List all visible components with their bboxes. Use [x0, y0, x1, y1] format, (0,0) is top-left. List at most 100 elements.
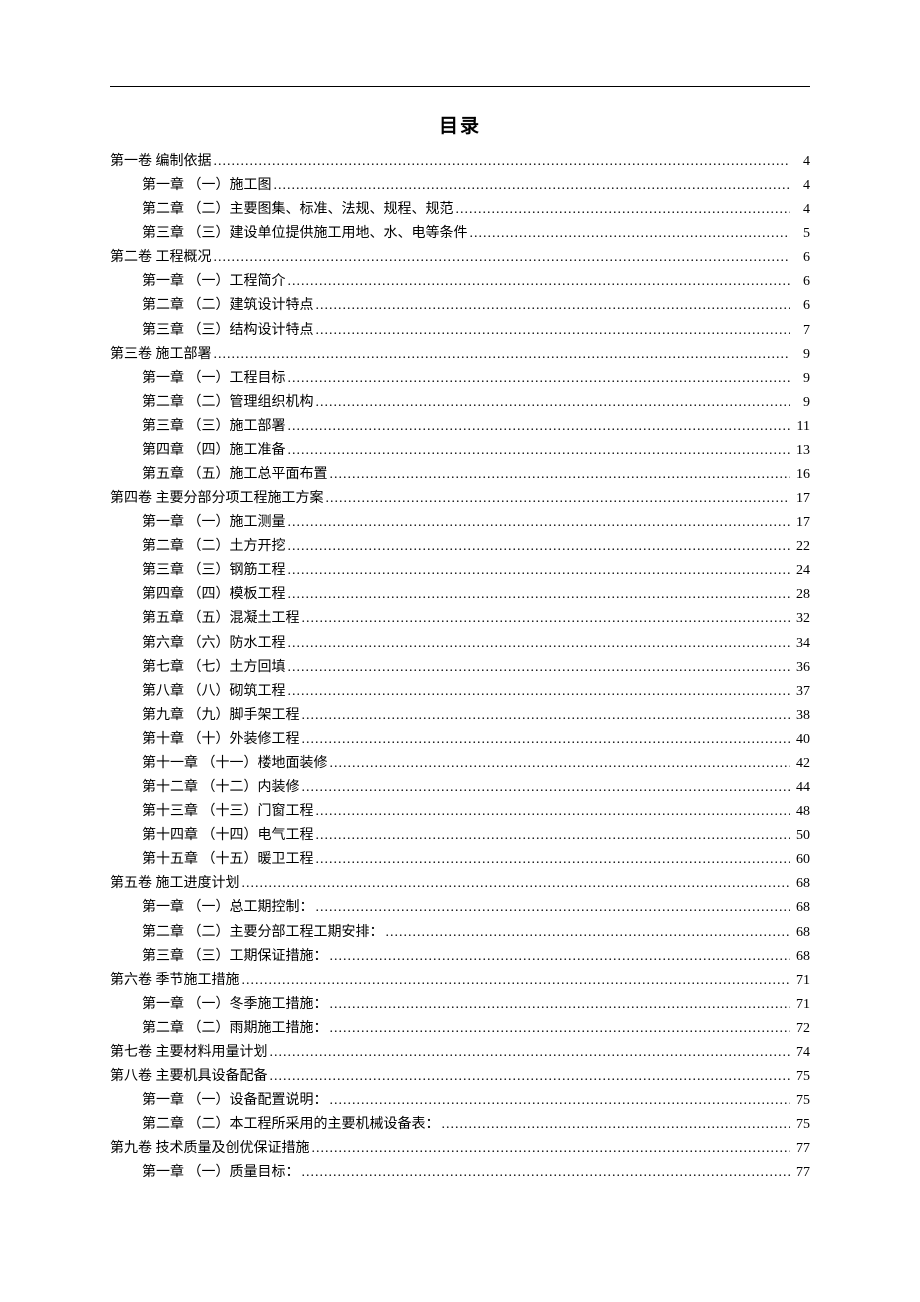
- toc-entry: 第五卷 施工进度计划68: [110, 872, 810, 896]
- toc-entry: 第十三章 （十三）门窗工程 48: [110, 800, 810, 824]
- toc-entry-page: 75: [792, 1089, 810, 1113]
- toc-leader-dots: [316, 319, 791, 343]
- toc-entry: 第二章 （二）土方开挖 22: [110, 535, 810, 559]
- toc-entry: 第六卷 季节施工措施71: [110, 969, 810, 993]
- toc-leader-dots: [316, 391, 791, 415]
- toc-entry: 第二卷 工程概况6: [110, 246, 810, 270]
- toc-entry-label: 第二章 （二）主要图集、标准、法规、规程、规范: [142, 198, 454, 222]
- toc-leader-dots: [316, 896, 791, 920]
- toc-entry-page: 74: [792, 1041, 810, 1065]
- toc-leader-dots: [270, 1065, 791, 1089]
- toc-entry-label: 第二章 （二）建筑设计特点: [142, 294, 314, 318]
- header-horizontal-rule: [110, 86, 810, 87]
- toc-leader-dots: [302, 607, 791, 631]
- toc-entry: 第二章 （二）管理组织机构9: [110, 391, 810, 415]
- toc-entry-page: 16: [792, 463, 810, 487]
- toc-entry: 第一章 （一）冬季施工措施： 71: [110, 993, 810, 1017]
- toc-entry-label: 第一章 （一）设备配置说明：: [142, 1089, 328, 1113]
- toc-entry: 第一章 （一）总工期控制：68: [110, 896, 810, 920]
- toc-entry-label: 第一章 （一）冬季施工措施：: [142, 993, 328, 1017]
- toc-entry-label: 第四卷 主要分部分项工程施工方案: [110, 487, 324, 511]
- toc-entry-page: 60: [792, 848, 810, 872]
- toc-entry-page: 77: [792, 1137, 810, 1161]
- toc-entry-page: 48: [792, 800, 810, 824]
- toc-entry-label: 第一卷 编制依据: [110, 150, 212, 174]
- toc-entry-page: 40: [792, 728, 810, 752]
- toc-entry: 第一卷 编制依据4: [110, 150, 810, 174]
- toc-entry-page: 32: [792, 607, 810, 631]
- toc-entry-label: 第五章 （五）施工总平面布置: [142, 463, 328, 487]
- toc-entry: 第十五章 （十五）暖卫工程60: [110, 848, 810, 872]
- toc-entry-label: 第三章 （三）钢筋工程: [142, 559, 286, 583]
- toc-entry: 第三章 （三）施工部署 11: [110, 415, 810, 439]
- toc-entry-page: 13: [792, 439, 810, 463]
- toc-container: 第一卷 编制依据4第一章 （一）施工图4第二章 （二）主要图集、标准、法规、规程…: [110, 150, 810, 1185]
- toc-entry-page: 6: [792, 294, 810, 318]
- toc-entry-label: 第五章 （五）混凝土工程: [142, 607, 300, 631]
- toc-entry-page: 68: [792, 921, 810, 945]
- toc-entry: 第三章 （三）结构设计特点7: [110, 319, 810, 343]
- toc-entry-label: 第十四章 （十四）电气工程: [142, 824, 314, 848]
- toc-entry-label: 第十二章 （十二）内装修: [142, 776, 300, 800]
- toc-entry-page: 77: [792, 1161, 810, 1185]
- toc-entry-page: 4: [792, 198, 810, 222]
- toc-leader-dots: [288, 511, 791, 535]
- toc-entry: 第五章 （五）混凝土工程 32: [110, 607, 810, 631]
- toc-entry-label: 第三章 （三）施工部署: [142, 415, 286, 439]
- toc-leader-dots: [326, 487, 791, 511]
- toc-entry: 第七章 （七）土方回填36: [110, 656, 810, 680]
- toc-leader-dots: [386, 921, 791, 945]
- toc-entry: 第六章 （六）防水工程34: [110, 632, 810, 656]
- toc-entry-page: 38: [792, 704, 810, 728]
- toc-leader-dots: [214, 343, 791, 367]
- toc-entry-page: 24: [792, 559, 810, 583]
- toc-entry: 第二章 （二）主要分部工程工期安排：68: [110, 921, 810, 945]
- toc-entry-page: 75: [792, 1065, 810, 1089]
- toc-entry: 第三章 （三）建设单位提供施工用地、水、电等条件5: [110, 222, 810, 246]
- toc-entry-label: 第九卷 技术质量及创优保证措施: [110, 1137, 310, 1161]
- toc-entry: 第七卷 主要材料用量计划74: [110, 1041, 810, 1065]
- toc-entry-page: 17: [792, 487, 810, 511]
- toc-entry-page: 5: [792, 222, 810, 246]
- toc-leader-dots: [288, 632, 791, 656]
- toc-entry-page: 9: [792, 367, 810, 391]
- toc-leader-dots: [274, 174, 791, 198]
- toc-entry-label: 第十三章 （十三）门窗工程: [142, 800, 314, 824]
- toc-entry: 第八卷 主要机具设备配备 75: [110, 1065, 810, 1089]
- toc-entry-page: 22: [792, 535, 810, 559]
- toc-entry-label: 第七章 （七）土方回填: [142, 656, 286, 680]
- toc-entry-page: 71: [792, 969, 810, 993]
- toc-leader-dots: [288, 367, 791, 391]
- toc-entry-page: 50: [792, 824, 810, 848]
- toc-entry-label: 第三卷 施工部署: [110, 343, 212, 367]
- toc-entry-page: 28: [792, 583, 810, 607]
- toc-leader-dots: [330, 945, 791, 969]
- toc-entry: 第一章 （一）设备配置说明： 75: [110, 1089, 810, 1113]
- toc-entry-page: 72: [792, 1017, 810, 1041]
- toc-leader-dots: [288, 535, 791, 559]
- toc-leader-dots: [316, 294, 791, 318]
- toc-leader-dots: [288, 439, 791, 463]
- toc-entry-page: 11: [792, 415, 810, 439]
- toc-entry: 第一章 （一）工程目标9: [110, 367, 810, 391]
- toc-entry: 第四卷 主要分部分项工程施工方案 17: [110, 487, 810, 511]
- toc-leader-dots: [288, 583, 791, 607]
- toc-leader-dots: [470, 222, 791, 246]
- toc-entry-label: 第一章 （一）总工期控制：: [142, 896, 314, 920]
- toc-entry-page: 42: [792, 752, 810, 776]
- toc-leader-dots: [312, 1137, 791, 1161]
- toc-leader-dots: [288, 415, 791, 439]
- toc-entry: 第八章 （八）砌筑工程37: [110, 680, 810, 704]
- toc-entry-label: 第八卷 主要机具设备配备: [110, 1065, 268, 1089]
- toc-entry-page: 71: [792, 993, 810, 1017]
- toc-leader-dots: [288, 680, 791, 704]
- toc-leader-dots: [316, 848, 791, 872]
- toc-entry-label: 第三章 （三）工期保证措施：: [142, 945, 328, 969]
- toc-entry-label: 第五卷 施工进度计划: [110, 872, 240, 896]
- toc-entry-page: 34: [792, 632, 810, 656]
- toc-leader-dots: [302, 1161, 791, 1185]
- toc-entry-label: 第九章 （九）脚手架工程: [142, 704, 300, 728]
- toc-leader-dots: [330, 752, 791, 776]
- toc-entry-label: 第二章 （二）土方开挖: [142, 535, 286, 559]
- toc-leader-dots: [330, 993, 791, 1017]
